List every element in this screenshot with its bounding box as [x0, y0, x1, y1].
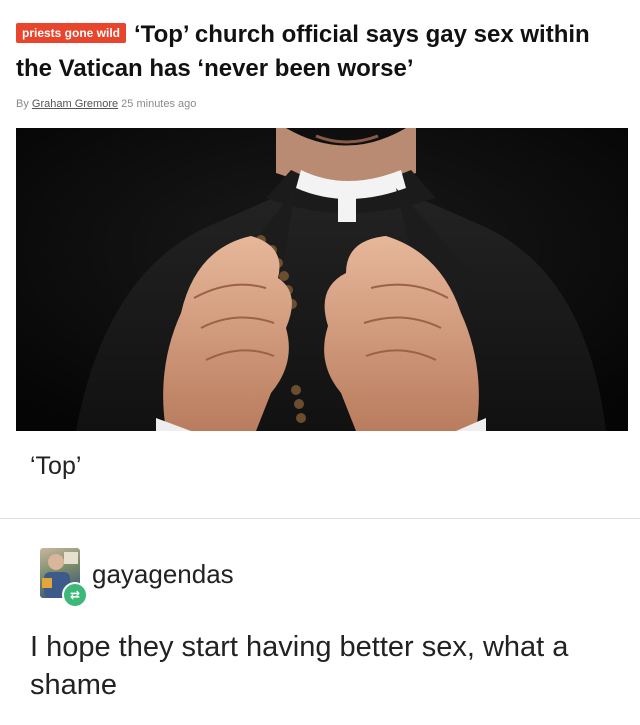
category-tag[interactable]: priests gone wild: [16, 23, 127, 43]
reblog-header: ⇄ gayagendas: [40, 548, 600, 608]
article-header: priests gone wild ‘Top’ church official s…: [16, 18, 626, 86]
author-link[interactable]: Graham Gremore: [32, 98, 118, 110]
reblog-comment: I hope they start having better sex, wha…: [30, 631, 569, 701]
reblog-icon: ⇄: [62, 582, 88, 608]
byline: By Graham Gremore 25 minutes ago: [16, 98, 196, 110]
article-photo: [16, 128, 628, 431]
reblog-username[interactable]: gayagendas: [92, 559, 234, 590]
byline-prefix: By: [16, 98, 29, 110]
priest-photo-illustration: [16, 128, 628, 431]
post-divider: [0, 518, 640, 519]
photo-caption: ‘Top’: [30, 452, 82, 480]
timestamp: 25 minutes ago: [121, 98, 197, 110]
